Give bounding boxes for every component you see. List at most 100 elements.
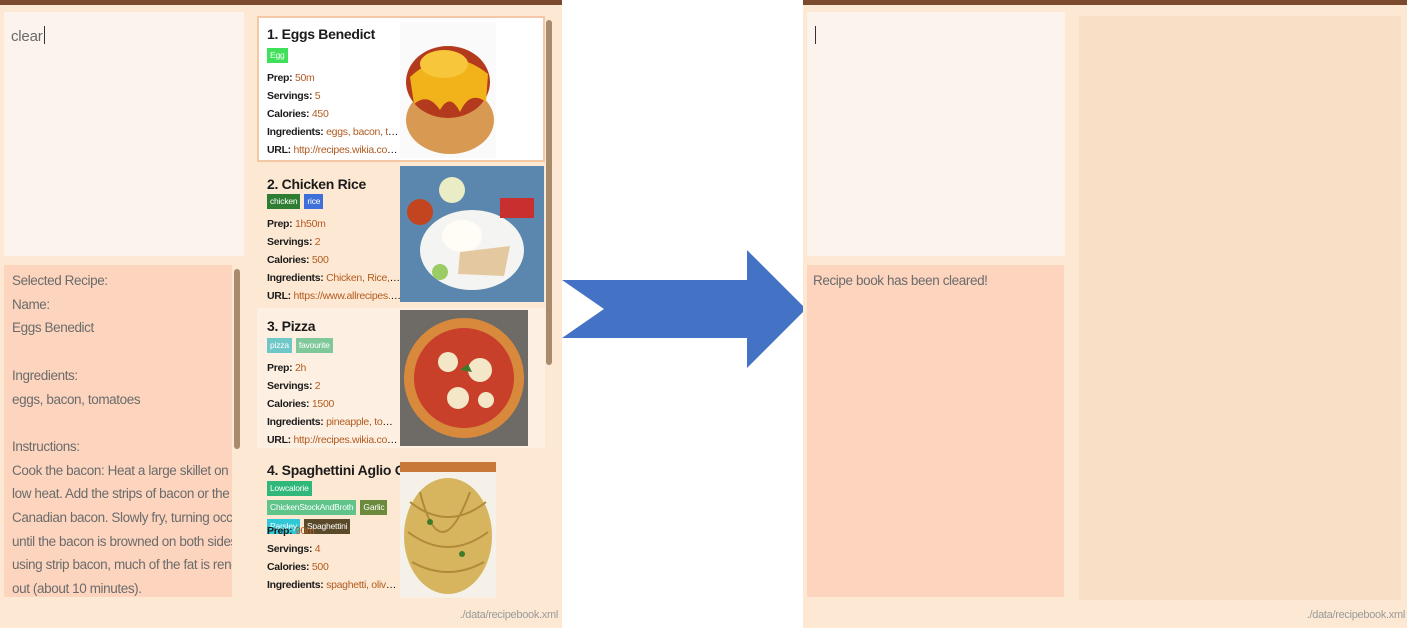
result-line: low heat. Add the strips of bacon or the…: [12, 486, 232, 502]
status-bar-path: ./data/recipebook.xml: [459, 609, 559, 621]
result-line: Instructions:: [12, 438, 80, 454]
recipe-url-value: https://www.allrecipes.com...: [293, 290, 401, 302]
recipe-prep-label: Prep:: [267, 525, 293, 537]
tag-badge: Lowcalorie: [267, 481, 312, 496]
recipe-title: 3. Pizza: [267, 318, 316, 334]
recipe-calories: Calories: 450: [267, 108, 401, 120]
recipe-calories-value: 1500: [311, 398, 335, 410]
result-message: Recipe book has been cleared!: [813, 273, 988, 288]
recipe-ingredients-label: Ingredients:: [267, 126, 324, 138]
recipe-ingredients-label: Ingredients:: [267, 416, 324, 428]
recipe-servings: Servings: 4: [267, 543, 401, 555]
recipe-prep: Prep: 50m: [267, 72, 401, 84]
recipe-servings-label: Servings:: [267, 236, 313, 248]
result-display: Recipe book has been cleared!: [807, 265, 1064, 597]
recipe-url-label: URL:: [267, 434, 291, 446]
recipe-ingredients: Ingredients: spaghetti, olive oil, ...: [267, 579, 401, 591]
recipe-card[interactable]: 2. Chicken Rice chicken rice Prep: 1h50m Ser…: [257, 166, 545, 304]
result-line: Cook the bacon: Heat a large skillet on …: [12, 462, 232, 478]
result-line: Eggs Benedict: [12, 320, 94, 336]
recipe-url: URL: http://recipes.wikia.com/wi...: [267, 597, 401, 598]
tag-badge: ChickenStockAndBroth: [267, 500, 357, 515]
recipe-prep-value: 2h: [294, 362, 307, 374]
recipe-ingredients-label: Ingredients:: [267, 579, 324, 591]
result-lines: Selected Recipe: Name: Eggs Benedict Ingred…: [12, 269, 232, 597]
recipe-tags: pizza favourite: [267, 338, 397, 353]
recipe-url-label: URL:: [267, 144, 291, 156]
command-box[interactable]: [807, 12, 1065, 256]
recipe-calories: Calories: 500: [267, 561, 401, 573]
recipe-ingredients: Ingredients: eggs, bacon, tomat...: [267, 126, 401, 138]
recipe-prep-value: 50m: [294, 72, 315, 84]
command-input[interactable]: [814, 26, 816, 45]
result-line: eggs, bacon, tomatoes: [12, 391, 141, 407]
recipe-prep-label: Prep:: [267, 218, 293, 230]
command-box[interactable]: clear: [4, 12, 244, 256]
recipe-ingredients-value: pineapple, tomatoe...: [326, 416, 401, 428]
result-line: Name:: [12, 296, 50, 312]
recipe-prep: Prep: 1h50m: [267, 218, 401, 230]
right-arrow-icon: [562, 250, 806, 368]
recipe-prep: Prep: 2h: [267, 362, 401, 374]
window-top-border: [803, 0, 1407, 5]
recipe-ingredients: Ingredients: Chicken, Rice, Cucu...: [267, 272, 401, 284]
recipe-servings-value: 2: [314, 380, 321, 392]
result-display: Selected Recipe: Name: Eggs Benedict Ingred…: [4, 265, 232, 597]
recipe-calories-label: Calories:: [267, 398, 310, 410]
recipe-url-label: URL:: [267, 597, 291, 598]
recipe-card[interactable]: 3. Pizza pizza favourite Prep: 2h Servings: …: [257, 308, 545, 448]
recipe-prep-label: Prep:: [267, 362, 293, 374]
result-line: Canadian bacon. Slowly fry, turning occa…: [12, 510, 232, 525]
command-input[interactable]: clear: [11, 26, 45, 45]
arrow-shape: [562, 250, 806, 368]
recipe-prep-value: 1h50m: [294, 218, 326, 230]
eggs-benedict-photo: [400, 22, 496, 158]
recipe-servings-label: Servings:: [267, 543, 313, 555]
recipe-calories-value: 500: [311, 254, 329, 266]
recipe-url: URL: https://www.allrecipes.com...: [267, 290, 401, 302]
recipe-list: 1. Eggs Benedict Egg Prep: 50m Servings: 5C…: [257, 16, 545, 598]
result-scrollbar[interactable]: [234, 269, 240, 449]
recipe-servings: Servings: 2: [267, 236, 401, 248]
recipe-tags: Egg: [267, 48, 397, 63]
recipe-servings: Servings: 5: [267, 90, 401, 102]
recipe-prep-value: 90m: [294, 525, 315, 537]
pizza-photo: [400, 310, 528, 446]
result-line: Selected Recipe:: [12, 273, 108, 288]
recipe-url-value: http://recipes.wikia.com/wi...: [293, 144, 401, 156]
recipe-calories-label: Calories:: [267, 108, 310, 120]
window-top-border: [0, 0, 562, 5]
recipe-title: 1. Eggs Benedict: [267, 26, 376, 42]
tag-badge: Garlic: [360, 500, 388, 515]
recipe-card[interactable]: 1. Eggs Benedict Egg Prep: 50m Servings: 5C…: [257, 16, 545, 162]
status-bar-path: ./data/recipebook.xml: [1306, 609, 1406, 621]
recipe-url: URL: http://recipes.wikia.com/wi...: [267, 434, 401, 446]
recipe-url-value: http://recipes.wikia.com/wi...: [293, 434, 401, 446]
recipe-servings: Servings: 2: [267, 380, 401, 392]
result-line: using strip bacon, much of the fat is re…: [12, 557, 232, 573]
recipe-ingredients-label: Ingredients:: [267, 272, 324, 284]
result-line: out (about 10 minutes).: [12, 581, 142, 597]
recipe-servings-label: Servings:: [267, 380, 313, 392]
recipe-ingredients-value: spaghetti, olive oil, ...: [326, 579, 401, 591]
recipe-servings-value: 5: [314, 90, 321, 102]
before-window: clear Selected Recipe: Name: Eggs Benedict…: [0, 0, 562, 631]
recipe-prep-label: Prep:: [267, 72, 293, 84]
tag-badge: pizza: [267, 338, 292, 353]
spaghettini-photo: [400, 462, 496, 598]
after-window: Recipe book has been cleared! ./data/rec…: [803, 0, 1407, 631]
recipe-calories-value: 500: [311, 561, 329, 573]
text-caret: [815, 26, 816, 44]
text-caret: [43, 26, 45, 44]
recipe-url-label: URL:: [267, 290, 291, 302]
tag-badge: Egg: [267, 48, 288, 63]
recipe-servings-label: Servings:: [267, 90, 313, 102]
recipe-list-scrollbar[interactable]: [546, 20, 552, 365]
recipe-calories-label: Calories:: [267, 254, 310, 266]
chicken-rice-photo: [400, 166, 544, 302]
recipe-url-value: http://recipes.wikia.com/wi...: [294, 597, 401, 598]
recipe-title: 2. Chicken Rice: [267, 176, 366, 192]
result-line: Ingredients:: [12, 367, 78, 383]
result-line: until the bacon is browned on both sides…: [12, 533, 232, 549]
recipe-card[interactable]: 4. Spaghettini Aglio Oglio Lowcalorie Chic…: [257, 452, 545, 598]
